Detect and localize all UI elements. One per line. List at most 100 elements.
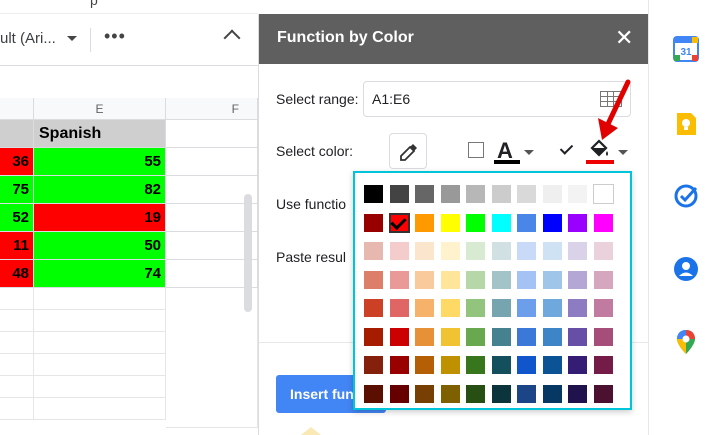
cell-d5[interactable]: 11 — [0, 232, 34, 260]
keep-icon[interactable] — [673, 111, 699, 137]
empty-cell[interactable] — [34, 398, 166, 420]
color-swatch[interactable] — [465, 269, 486, 290]
cell-f2[interactable] — [166, 148, 258, 176]
color-swatch[interactable] — [465, 241, 486, 261]
color-swatch[interactable] — [516, 241, 537, 261]
color-swatch[interactable] — [414, 326, 435, 347]
color-swatch[interactable] — [388, 383, 410, 404]
color-swatch[interactable] — [516, 326, 537, 347]
color-swatch[interactable] — [567, 212, 588, 233]
color-swatch[interactable] — [592, 326, 614, 347]
font-select[interactable]: ult (Ari... — [0, 30, 56, 47]
color-swatch[interactable] — [388, 298, 410, 318]
column-header-e[interactable]: E — [34, 98, 166, 120]
cell-d6[interactable]: 48 — [0, 260, 34, 288]
cell-d1[interactable] — [0, 120, 34, 148]
cell-e1[interactable]: Spanish — [34, 120, 166, 148]
color-swatch[interactable] — [363, 241, 384, 261]
cell-e6[interactable]: 74 — [34, 260, 166, 288]
color-swatch[interactable] — [516, 184, 537, 204]
font-dropdown-caret-icon[interactable] — [67, 36, 77, 41]
color-swatch[interactable] — [414, 241, 435, 261]
vertical-scrollbar[interactable] — [244, 194, 252, 312]
fill-color-dropdown-icon[interactable] — [618, 150, 628, 155]
color-swatch[interactable] — [465, 326, 486, 347]
color-swatch[interactable] — [439, 298, 461, 318]
color-swatch[interactable] — [490, 383, 512, 404]
color-swatch[interactable] — [388, 355, 410, 375]
empty-cell[interactable] — [34, 376, 166, 398]
cell-f1[interactable] — [166, 120, 258, 148]
color-swatch[interactable] — [363, 383, 384, 404]
empty-cell[interactable] — [0, 398, 34, 420]
color-swatch[interactable] — [414, 355, 435, 375]
color-swatch[interactable] — [516, 298, 537, 318]
cell-e5[interactable]: 50 — [34, 232, 166, 260]
color-swatch[interactable] — [541, 383, 563, 404]
more-options-icon[interactable]: ••• — [104, 26, 126, 47]
color-swatch[interactable] — [414, 298, 435, 318]
color-swatch[interactable] — [490, 326, 512, 347]
color-swatch[interactable] — [541, 326, 563, 347]
color-swatch[interactable] — [465, 355, 486, 375]
color-swatch[interactable] — [541, 241, 563, 261]
color-swatch[interactable] — [388, 212, 410, 233]
empty-cell[interactable] — [34, 332, 166, 354]
color-swatch[interactable] — [567, 355, 588, 375]
contacts-icon[interactable] — [673, 256, 699, 282]
empty-cell[interactable] — [0, 310, 34, 332]
color-swatch[interactable] — [592, 241, 614, 261]
color-swatch[interactable] — [388, 184, 410, 204]
column-header-d[interactable] — [0, 98, 34, 120]
cell-d3[interactable]: 75 — [0, 176, 34, 204]
color-swatch[interactable] — [439, 355, 461, 375]
color-swatch[interactable] — [541, 269, 563, 290]
calendar-icon[interactable]: 31 — [673, 36, 699, 62]
color-swatch[interactable] — [516, 212, 537, 233]
color-swatch[interactable] — [592, 269, 614, 290]
color-swatch[interactable] — [567, 241, 588, 261]
color-swatch[interactable] — [363, 212, 384, 233]
color-swatch[interactable] — [490, 212, 512, 233]
color-swatch[interactable] — [490, 355, 512, 375]
color-swatch[interactable] — [414, 184, 435, 204]
color-swatch[interactable] — [516, 269, 537, 290]
fill-color-checkbox[interactable] — [559, 142, 575, 158]
color-swatch[interactable] — [490, 269, 512, 290]
color-swatch[interactable] — [592, 212, 614, 233]
empty-cell[interactable] — [0, 332, 34, 354]
color-swatch[interactable] — [363, 269, 384, 290]
color-swatch[interactable] — [490, 298, 512, 318]
color-swatch[interactable] — [414, 212, 435, 233]
color-swatch[interactable] — [541, 184, 563, 204]
color-swatch[interactable] — [439, 383, 461, 404]
color-swatch[interactable] — [439, 184, 461, 204]
color-swatch[interactable] — [439, 241, 461, 261]
color-swatch[interactable] — [465, 298, 486, 318]
color-swatch[interactable] — [541, 212, 563, 233]
font-color-dropdown-icon[interactable] — [524, 150, 534, 155]
color-swatch[interactable] — [363, 184, 384, 204]
color-swatch[interactable] — [592, 184, 614, 204]
color-swatch[interactable] — [465, 383, 486, 404]
color-swatch[interactable] — [388, 241, 410, 261]
color-swatch[interactable] — [414, 269, 435, 290]
color-swatch[interactable] — [516, 383, 537, 404]
color-swatch[interactable] — [592, 355, 614, 375]
empty-cell[interactable] — [0, 354, 34, 376]
cell-e3[interactable]: 82 — [34, 176, 166, 204]
color-swatch[interactable] — [439, 269, 461, 290]
color-swatch[interactable] — [541, 355, 563, 375]
color-swatch[interactable] — [388, 269, 410, 290]
tasks-icon[interactable] — [673, 183, 699, 209]
color-swatch[interactable] — [363, 326, 384, 347]
color-swatch[interactable] — [490, 184, 512, 204]
cell-e2[interactable]: 55 — [34, 148, 166, 176]
cell-d2[interactable]: 36 — [0, 148, 34, 176]
color-swatch[interactable] — [439, 212, 461, 233]
color-swatch[interactable] — [567, 383, 588, 404]
color-swatch[interactable] — [592, 383, 614, 404]
collapse-toolbar-icon[interactable] — [223, 29, 241, 47]
color-swatch[interactable] — [567, 326, 588, 347]
color-swatch[interactable] — [363, 298, 384, 318]
